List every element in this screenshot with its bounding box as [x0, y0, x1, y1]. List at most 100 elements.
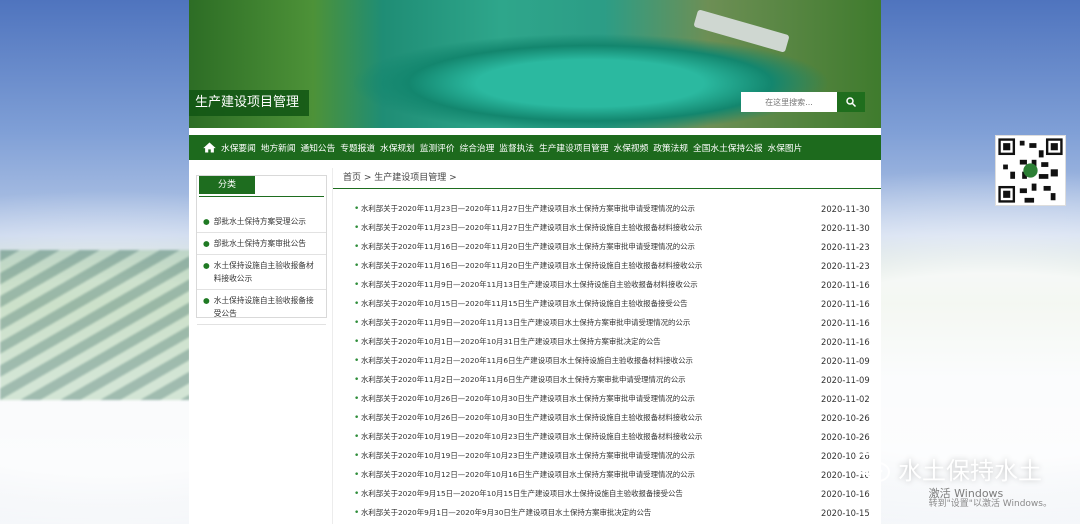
news-item[interactable]: • 水利部关于2020年10月26日—2020年10月30日生产建设项目水土保持方… [333, 389, 881, 408]
news-title: 水利部关于2020年11月16日—2020年11月20日生产建设项目水土保持设施… [361, 261, 703, 270]
nav-item-9[interactable]: 水保视频 [614, 141, 649, 154]
search-icon [846, 97, 857, 108]
news-date: 2020-11-09 [821, 374, 870, 385]
bullet-icon: • [354, 241, 360, 252]
news-title: 水利部关于2020年10月26日—2020年10月30日生产建设项目水土保持设施… [361, 413, 703, 422]
news-title: 水利部关于2020年10月19日—2020年10月23日生产建设项目水土保持方案… [361, 451, 695, 460]
news-title: 水利部关于2020年10月26日—2020年10月30日生产建设项目水土保持方案… [361, 394, 695, 403]
news-date: 2020-11-23 [821, 260, 870, 271]
news-item[interactable]: • 水利部关于2020年10月15日—2020年11月15日生产建设项目水土保持设… [333, 294, 881, 313]
category-item-label: 水土保持设施自主验收报备材料接收公示 [213, 261, 314, 283]
nav-item-4[interactable]: 水保规划 [380, 141, 415, 154]
nav-item-11[interactable]: 全国水土保持公报 [693, 141, 763, 154]
news-date: 2020-10-15 [821, 507, 870, 518]
news-item[interactable]: • 水利部关于2020年11月23日—2020年11月27日生产建设项目水土保持设… [333, 218, 881, 237]
main-nav: 水保要闻 地方新闻 通知公告 专题报道 水保规划 监测评价 综合治理 监督执法 … [189, 135, 881, 160]
news-content: 首页 > 生产建设项目管理 > • 水利部关于2020年11月23日—2020年1… [332, 168, 881, 524]
home-button[interactable] [197, 135, 221, 160]
nav-item-8[interactable]: 生产建设项目管理 [539, 141, 609, 154]
news-item[interactable]: • 水利部关于2020年10月19日—2020年10月23日生产建设项目水土保持方… [333, 446, 881, 465]
nav-item-5[interactable]: 监测评价 [420, 141, 455, 154]
qr-code [995, 135, 1066, 206]
nav-item-7[interactable]: 监督执法 [499, 141, 534, 154]
news-title: 水利部关于2020年11月16日—2020年11月20日生产建设项目水土保持方案… [361, 242, 695, 251]
category-list: ● 部批水土保持方案受理公示 ● 部批水土保持方案审批公告 ● 水土保持设施自主… [197, 211, 326, 325]
news-date: 2020-10-26 [821, 431, 870, 442]
bullet-icon: • [354, 507, 360, 518]
news-date: 2020-11-02 [821, 393, 870, 404]
news-item[interactable]: • 水利部关于2020年11月16日—2020年11月20日生产建设项目水土保持设… [333, 256, 881, 275]
main-container: 生产建设项目管理 水保要闻 地方新闻 通知公告 专题报道 水保规划 监测评价 综… [189, 0, 881, 524]
news-item[interactable]: • 水利部关于2020年10月1日—2020年10月31日生产建设项目水土保持方案… [333, 332, 881, 351]
breadcrumb: 首页 > 生产建设项目管理 > [333, 168, 881, 189]
nav-item-3[interactable]: 专题报道 [340, 141, 375, 154]
bullet-icon: ● [203, 217, 210, 226]
bullet-icon: ● [203, 239, 210, 248]
bullet-icon: ● [203, 261, 210, 270]
news-title: 水利部关于2020年11月2日—2020年11月6日生产建设项目水土保持设施自主… [361, 356, 693, 365]
news-date: 2020-11-30 [821, 222, 870, 233]
news-date: 2020-11-16 [821, 279, 870, 290]
nav-item-1[interactable]: 地方新闻 [261, 141, 296, 154]
news-title: 水利部关于2020年11月2日—2020年11月6日生产建设项目水土保持方案审批… [361, 375, 686, 384]
category-panel: 分类 ● 部批水土保持方案受理公示 ● 部批水土保持方案审批公告 ● 水土保持设… [196, 175, 327, 325]
category-item-0[interactable]: ● 部批水土保持方案受理公示 [197, 211, 326, 233]
bullet-icon: • [354, 469, 360, 480]
nav-item-2[interactable]: 通知公告 [301, 141, 336, 154]
news-title: 水利部关于2020年11月23日—2020年11月27日生产建设项目水土保持设施… [361, 223, 703, 232]
news-item[interactable]: • 水利部关于2020年10月26日—2020年10月30日生产建设项目水土保持设… [333, 408, 881, 427]
news-item[interactable]: • 水利部关于2020年9月15日—2020年10月15日生产建设项目水土保持设施… [333, 484, 881, 503]
home-icon [202, 142, 216, 153]
news-item[interactable]: • 水利部关于2020年11月16日—2020年11月20日生产建设项目水土保持方… [333, 237, 881, 256]
category-divider [199, 196, 324, 197]
news-date: 2020-11-30 [821, 203, 870, 214]
bullet-icon: • [354, 431, 360, 442]
bullet-icon: • [354, 203, 360, 214]
news-title: 水利部关于2020年9月1日—2020年9月30日生产建设项目水土保持方案审批决… [361, 508, 652, 517]
nav-item-6[interactable]: 综合治理 [460, 141, 495, 154]
news-item[interactable]: • 水利部关于2020年11月2日—2020年11月6日生产建设项目水土保持方案审… [333, 370, 881, 389]
search-input[interactable] [741, 92, 837, 112]
category-item-2[interactable]: ● 水土保持设施自主验收报备材料接收公示 [197, 255, 326, 290]
news-title: 水利部关于2020年11月23日—2020年11月27日生产建设项目水土保持方案… [361, 204, 695, 213]
nav-item-0[interactable]: 水保要闻 [221, 141, 256, 154]
category-item-label: 部批水土保持方案审批公告 [213, 239, 306, 248]
category-header: 分类 [199, 176, 255, 194]
news-title: 水利部关于2020年10月12日—2020年10月16日生产建设项目水土保持方案… [361, 470, 695, 479]
bullet-icon: • [354, 317, 360, 328]
bullet-icon: • [354, 488, 360, 499]
banner-dam-shape [693, 9, 790, 53]
bullet-icon: • [354, 412, 360, 423]
site-title: 生产建设项目管理 [189, 90, 310, 116]
bullet-icon: • [354, 355, 360, 366]
category-item-1[interactable]: ● 部批水土保持方案审批公告 [197, 233, 326, 255]
news-date: 2020-11-16 [821, 298, 870, 309]
nav-item-12[interactable]: 水保图片 [768, 141, 803, 154]
news-item[interactable]: • 水利部关于2020年9月1日—2020年9月30日生产建设项目水土保持方案审批… [333, 503, 881, 522]
bullet-icon: • [354, 374, 360, 385]
news-item[interactable]: • 水利部关于2020年11月2日—2020年11月6日生产建设项目水土保持设施自… [333, 351, 881, 370]
search-button[interactable] [837, 92, 865, 112]
bullet-icon: • [354, 260, 360, 271]
news-item[interactable]: • 水利部关于2020年11月23日—2020年11月27日生产建设项目水土保持方… [333, 199, 881, 218]
news-item[interactable]: • 水利部关于2020年11月9日—2020年11月13日生产建设项目水土保持设施… [333, 275, 881, 294]
news-item[interactable]: • 水利部关于2020年11月9日—2020年11月13日生产建设项目水土保持方案… [333, 313, 881, 332]
wechat-icon [853, 453, 890, 482]
news-item[interactable]: • 水利部关于2020年10月12日—2020年10月16日生产建设项目水土保持方… [333, 465, 881, 484]
header-banner: 生产建设项目管理 [189, 0, 881, 128]
category-item-label: 部批水土保持方案受理公示 [213, 217, 306, 226]
wechat-watermark: 水土保持水土 [852, 448, 1042, 488]
nav-item-10[interactable]: 政策法规 [653, 141, 688, 154]
bullet-icon: • [354, 279, 360, 290]
news-date: 2020-11-16 [821, 336, 870, 347]
bullet-icon: • [354, 336, 360, 347]
bullet-icon: • [354, 450, 360, 461]
news-date: 2020-11-09 [821, 355, 870, 366]
news-item[interactable]: • 水利部关于2020年10月19日—2020年10月23日生产建设项目水土保持设… [333, 427, 881, 446]
category-item-3[interactable]: ● 水土保持设施自主验收报备接受公告 [197, 290, 326, 325]
news-date: 2020-11-23 [821, 241, 870, 252]
news-title: 水利部关于2020年10月19日—2020年10月23日生产建设项目水土保持设施… [361, 432, 703, 441]
news-date: 2020-10-16 [821, 488, 870, 499]
news-title: 水利部关于2020年11月9日—2020年11月13日生产建设项目水土保持设施自… [361, 280, 698, 289]
news-title: 水利部关于2020年9月15日—2020年10月15日生产建设项目水土保持设施自… [361, 489, 683, 498]
